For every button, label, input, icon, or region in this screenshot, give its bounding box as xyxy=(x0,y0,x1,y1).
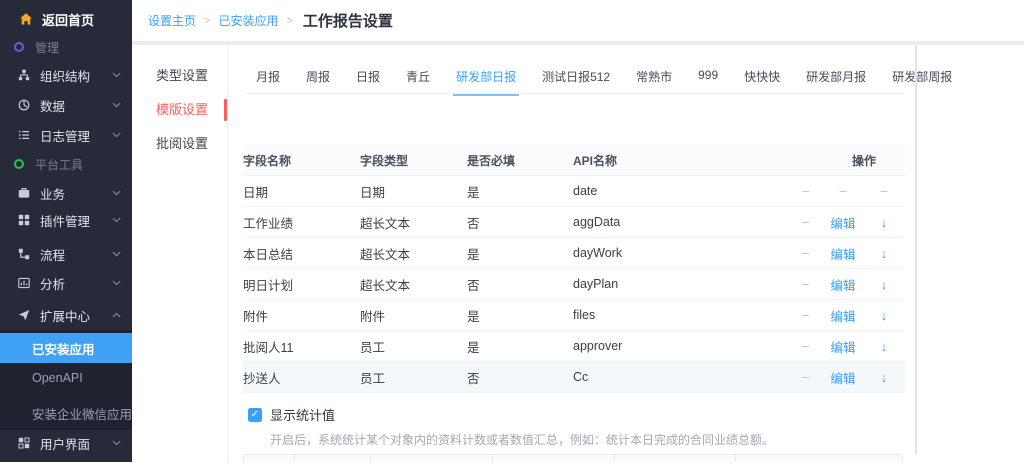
col-header-field-name: 字段名称 xyxy=(243,152,360,169)
sidebar-subitem-openapi[interactable]: OpenAPI xyxy=(0,363,132,393)
plugin-grid-icon xyxy=(17,214,31,226)
col-header-operations: 操作 xyxy=(823,152,905,169)
sidebar-item-log-management[interactable]: 日志管理 xyxy=(0,120,132,150)
col-header-field-type: 字段类型 xyxy=(360,152,467,169)
tab-999[interactable]: 999 xyxy=(695,62,721,93)
sitemap-icon xyxy=(17,69,31,81)
list-icon xyxy=(17,129,31,141)
table-row: 本日总结 超长文本 是 dayWork – 编辑 ↓ xyxy=(243,238,905,269)
layout-grid-icon xyxy=(17,437,31,449)
show-stats-description: 开启后，系统统计某个对象内的资料计数或者数值汇总，例如：统计本日完成的合同业绩总… xyxy=(270,431,774,448)
stats-section: ✓ 显示统计值 开启后，系统统计某个对象内的资料计数或者数值汇总，例如：统计本日… xyxy=(248,405,774,448)
scrollbar-track[interactable] xyxy=(915,45,917,455)
active-menu-indicator xyxy=(224,99,227,121)
paper-plane-icon xyxy=(17,309,31,321)
partial-table-header xyxy=(243,454,903,462)
chevron-down-icon xyxy=(112,217,121,223)
content-card: 类型设置 模版设置 批阅设置 月报 周报 日报 青丘 研发部日报 测试日报512… xyxy=(132,45,915,462)
chevron-down-icon xyxy=(112,72,121,78)
sidebar-section-management: 管理 xyxy=(0,32,132,62)
table-row: 批阅人11 员工 是 approver – 编辑 ↓ xyxy=(243,331,905,362)
chevron-down-icon xyxy=(112,251,121,257)
sidebar-item-data[interactable]: 数据 xyxy=(0,90,132,120)
table-header-row: 字段名称 字段类型 是否必填 API名称 操作 xyxy=(243,145,905,176)
settings-menu-divider xyxy=(227,45,228,462)
pie-chart-icon xyxy=(17,99,31,111)
fields-table: 字段名称 字段类型 是否必填 API名称 操作 日期 日期 是 date – –… xyxy=(243,145,905,393)
ring-icon xyxy=(12,42,26,52)
tab-qingqiu[interactable]: 青丘 xyxy=(403,62,433,96)
home-icon xyxy=(19,12,33,26)
tab-rd-daily-report[interactable]: 研发部日报 xyxy=(453,62,519,96)
table-row: 明日计划 超长文本 否 dayPlan – 编辑 ↓ xyxy=(243,269,905,300)
breadcrumb-separator: > xyxy=(204,15,210,27)
edit-button[interactable]: 编辑 xyxy=(823,337,863,356)
sidebar-home-button[interactable]: 返回首页 xyxy=(0,4,132,34)
move-down-icon[interactable]: ↓ xyxy=(863,215,905,230)
edit-button[interactable]: 编辑 xyxy=(823,275,863,294)
sidebar: 返回首页 管理 组织结构 数据 日志管理 平台工具 业务 xyxy=(0,0,132,462)
tab-weekly-report[interactable]: 周报 xyxy=(303,62,333,96)
edit-button[interactable]: 编辑 xyxy=(823,306,863,325)
sidebar-subitem-install-wechat-work-app[interactable]: 安装企业微信应用 xyxy=(0,398,132,428)
move-down-icon[interactable]: ↓ xyxy=(863,370,905,385)
sidebar-item-org-structure[interactable]: 组织结构 xyxy=(0,60,132,90)
move-down-icon[interactable]: ↓ xyxy=(863,277,905,292)
table-row: 工作业绩 超长文本 否 aggData – 编辑 ↓ xyxy=(243,207,905,238)
page-title: 工作报告设置 xyxy=(303,10,393,31)
table-row: 附件 附件 是 files – 编辑 ↓ xyxy=(243,300,905,331)
table-row: 抄送人 员工 否 Cc – 编辑 ↓ xyxy=(243,362,905,393)
edit-button[interactable]: 编辑 xyxy=(823,368,863,387)
move-down-icon[interactable]: ↓ xyxy=(863,339,905,354)
tab-daily-report[interactable]: 日报 xyxy=(353,62,383,96)
tab-rd-monthly-report[interactable]: 研发部月报 xyxy=(803,62,869,96)
ring-icon xyxy=(12,159,26,169)
tab-monthly-report[interactable]: 月报 xyxy=(253,62,283,96)
chevron-down-icon xyxy=(112,440,121,446)
tab-rd-weekly-report[interactable]: 研发部周报 xyxy=(889,62,955,96)
breadcrumb: 设置主页 > 已安装应用 > 工作报告设置 xyxy=(132,0,1024,41)
show-stats-label: 显示统计值 xyxy=(270,405,335,424)
tab-changshu[interactable]: 常熟市 xyxy=(633,62,675,96)
settings-menu-item-type[interactable]: 类型设置 xyxy=(156,67,208,85)
chevron-down-icon xyxy=(112,280,121,286)
settings-menu-item-template[interactable]: 模版设置 xyxy=(156,101,208,119)
sidebar-item-user-interface[interactable]: 用户界面 xyxy=(0,428,132,458)
chevron-down-icon xyxy=(112,190,121,196)
tab-test-daily-512[interactable]: 测试日报512 xyxy=(539,62,613,96)
col-header-required: 是否必填 xyxy=(467,152,573,169)
breadcrumb-link-installed-apps[interactable]: 已安装应用 xyxy=(218,12,278,29)
tab-kuaikuaikuai[interactable]: 快快快 xyxy=(741,62,783,96)
chevron-down-icon xyxy=(112,132,121,138)
sidebar-item-analysis[interactable]: 分析 xyxy=(0,268,132,298)
sidebar-item-business[interactable]: 业务 xyxy=(0,178,132,208)
table-row: 日期 日期 是 date – – – xyxy=(243,176,905,207)
move-down-icon[interactable]: ↓ xyxy=(863,246,905,261)
sidebar-subitem-installed-apps[interactable]: 已安装应用 xyxy=(0,333,132,363)
chevron-up-icon xyxy=(112,312,121,318)
report-type-tabs: 月报 周报 日报 青丘 研发部日报 测试日报512 常熟市 999 快快快 研发… xyxy=(253,62,955,93)
col-header-api-name: API名称 xyxy=(573,152,788,169)
settings-menu-item-review[interactable]: 批阅设置 xyxy=(156,135,208,153)
sidebar-home-label: 返回首页 xyxy=(42,10,94,29)
sidebar-section-platform-tools: 平台工具 xyxy=(0,149,132,179)
briefcase-icon xyxy=(17,187,31,199)
breadcrumb-separator: > xyxy=(286,15,292,27)
edit-button[interactable]: 编辑 xyxy=(823,213,863,232)
sidebar-item-plugin-management[interactable]: 插件管理 xyxy=(0,205,132,235)
show-stats-checkbox[interactable]: ✓ xyxy=(248,408,262,422)
bar-chart-icon xyxy=(17,277,31,289)
breadcrumb-link-settings-home[interactable]: 设置主页 xyxy=(148,12,196,29)
flow-icon xyxy=(17,248,31,260)
sidebar-item-extension-center[interactable]: 扩展中心 xyxy=(0,300,132,330)
tabs-underline xyxy=(243,93,905,94)
edit-button[interactable]: 编辑 xyxy=(823,244,863,263)
sidebar-item-process[interactable]: 流程 xyxy=(0,239,132,269)
move-down-icon[interactable]: ↓ xyxy=(863,308,905,323)
chevron-down-icon xyxy=(112,102,121,108)
